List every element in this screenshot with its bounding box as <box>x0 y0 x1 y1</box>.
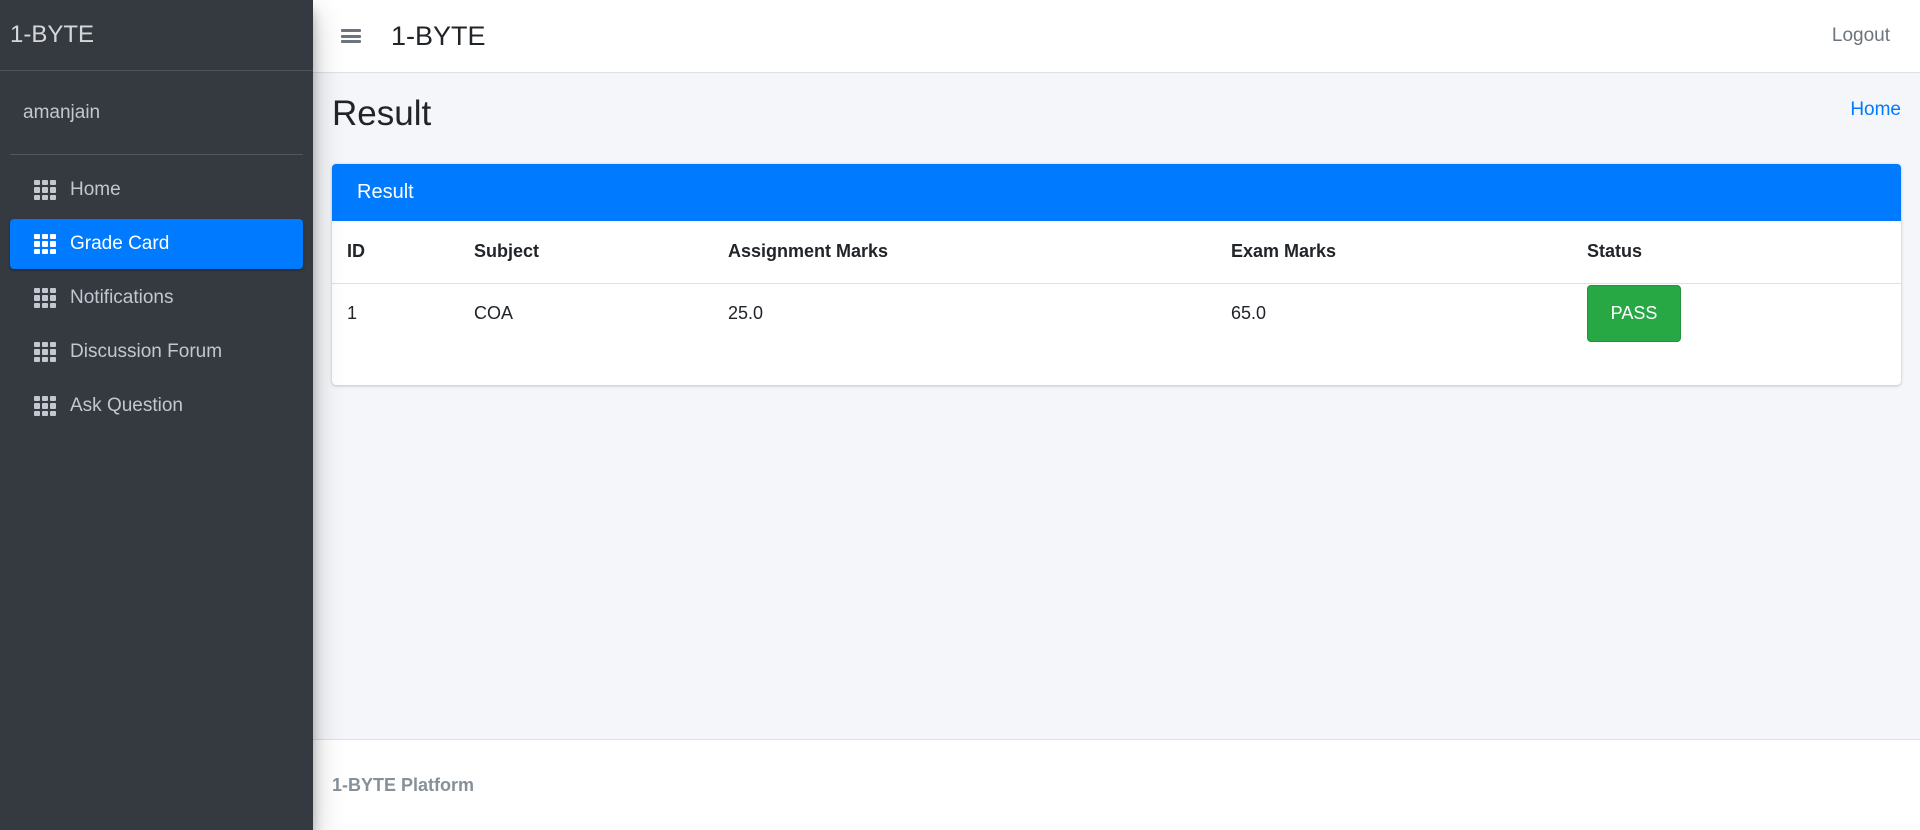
table-header-row: ID Subject Assignment Marks Exam Marks S… <box>332 221 1901 284</box>
result-card: Result ID Subject Assignment Marks Exam … <box>332 164 1901 385</box>
sidebar-item-ask-question[interactable]: Ask Question <box>10 381 303 431</box>
cell-subject: COA <box>474 303 514 324</box>
footer-text: 1-BYTE Platform <box>332 774 475 795</box>
sidebar-item-notifications[interactable]: Notifications <box>10 273 303 323</box>
sidebar-item-label: Discussion Forum <box>70 341 223 362</box>
column-header-subject: Subject <box>459 221 713 284</box>
table-row: 1 COA 25.0 65.0 PASS <box>332 283 1901 344</box>
cell-assignment-marks: 25.0 <box>728 303 764 324</box>
column-header-status: Status <box>1572 221 1901 284</box>
card-title: Result <box>332 164 1901 221</box>
sidebar-nav: Home Grade Card Notifications Discussion… <box>0 155 313 431</box>
main-content: Result Home Result ID Subject Assignment… <box>313 73 1920 385</box>
cell-exam-marks: 65.0 <box>1231 303 1267 324</box>
top-navbar: 1-BYTE Logout <box>313 0 1920 73</box>
grid-icon <box>34 342 56 362</box>
column-header-id: ID <box>332 221 459 284</box>
user-name[interactable]: amanjain <box>23 102 100 124</box>
cell-id: 1 <box>347 303 358 324</box>
grid-icon <box>34 234 56 254</box>
sidebar-item-grade-card[interactable]: Grade Card <box>10 219 303 269</box>
footer: 1-BYTE Platform <box>313 739 1920 830</box>
content-header: Result Home <box>332 73 1901 164</box>
grid-icon <box>34 396 56 416</box>
sidebar-item-label: Ask Question <box>70 395 183 416</box>
cell-status: PASS <box>1572 283 1901 344</box>
logout-link[interactable]: Logout <box>1832 25 1890 47</box>
column-header-assignment-marks: Assignment Marks <box>713 221 1216 284</box>
hamburger-icon[interactable] <box>341 27 361 45</box>
sidebar-item-label: Grade Card <box>70 233 170 254</box>
sidebar-item-discussion-forum[interactable]: Discussion Forum <box>10 327 303 377</box>
grid-icon <box>34 180 56 200</box>
result-table: ID Subject Assignment Marks Exam Marks S… <box>332 221 1901 344</box>
sidebar: 1-BYTE amanjain Home Grade Card Notifica… <box>0 0 313 830</box>
sidebar-item-label: Notifications <box>70 287 174 308</box>
breadcrumb-home-link[interactable]: Home <box>1850 99 1901 121</box>
brand-link[interactable]: 1-BYTE <box>0 0 313 71</box>
status-badge: PASS <box>1587 285 1681 343</box>
column-header-exam-marks: Exam Marks <box>1216 221 1572 284</box>
sidebar-item-home[interactable]: Home <box>10 165 303 215</box>
navbar-title: 1-BYTE <box>391 20 486 51</box>
grid-icon <box>34 288 56 308</box>
sidebar-item-label: Home <box>70 179 121 200</box>
page-title: Result <box>332 94 432 133</box>
user-panel: amanjain <box>10 71 303 155</box>
